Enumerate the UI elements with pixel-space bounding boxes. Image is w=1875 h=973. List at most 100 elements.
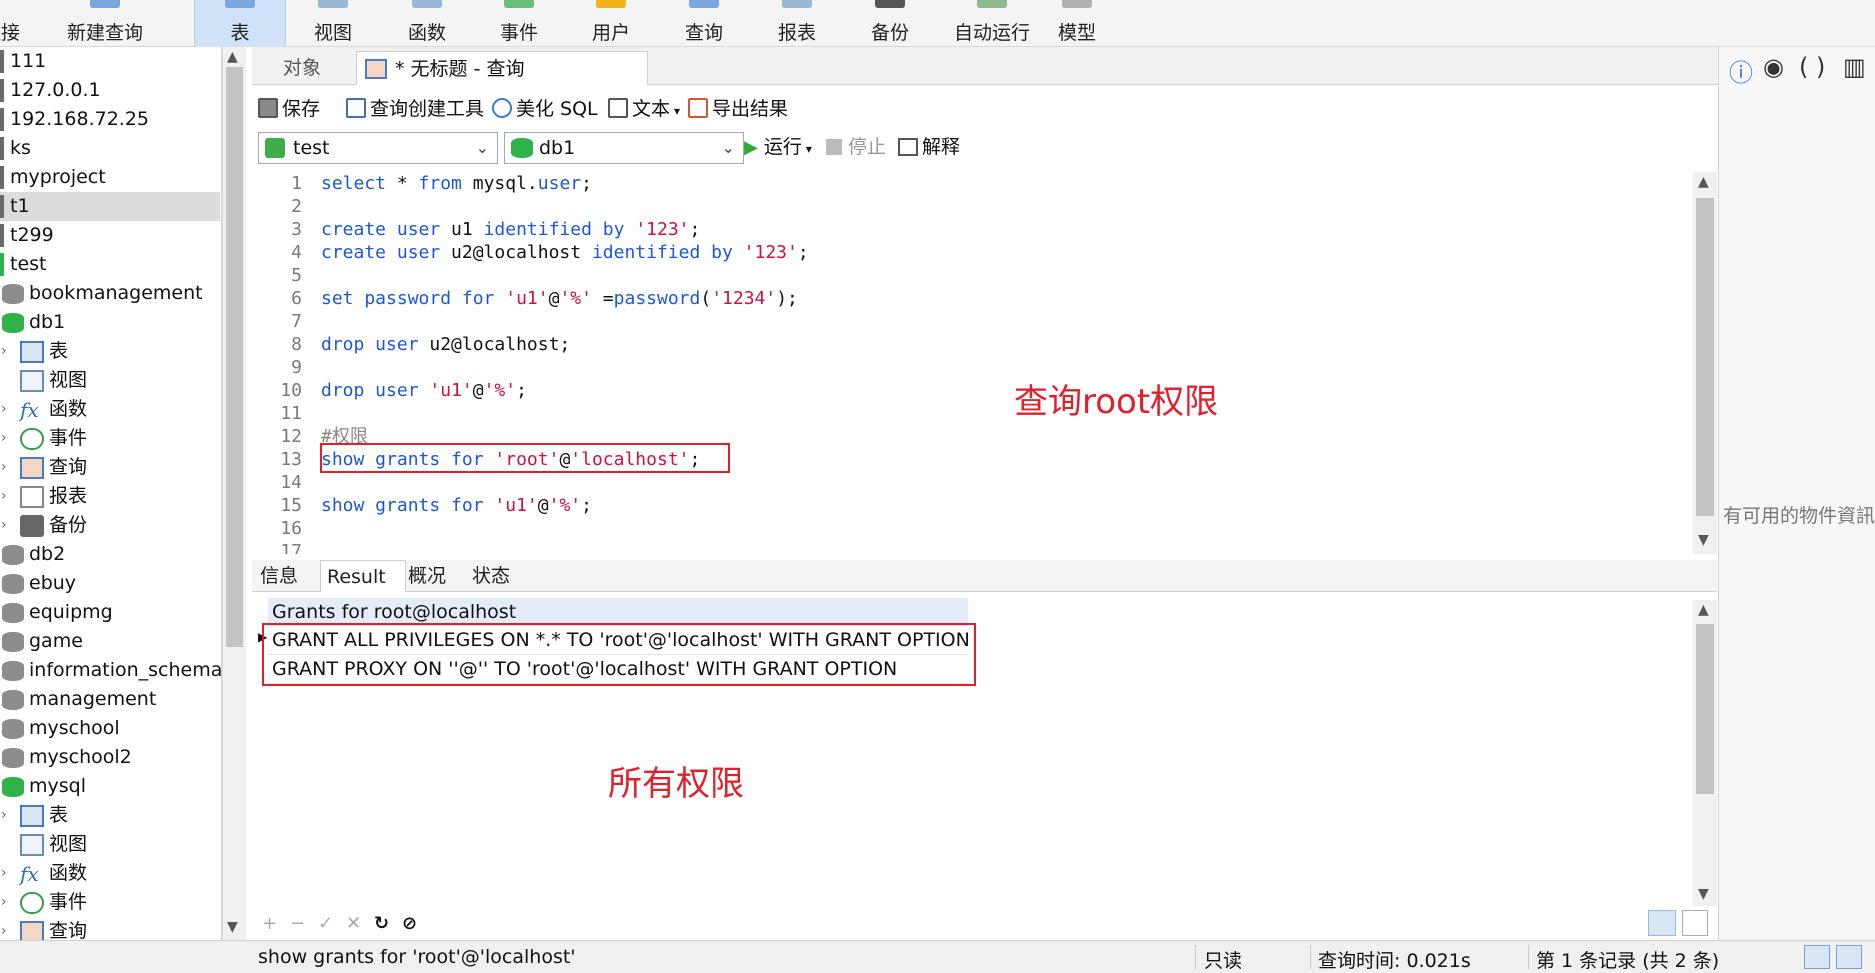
tree-db1-backups[interactable]: › 备份 <box>0 511 220 540</box>
editor-line[interactable]: 15 show grants for 'u1'@'%'; <box>252 494 1692 517</box>
tab-untitled-query[interactable]: * 无标题 - 查询 <box>356 51 648 85</box>
form-view-icon[interactable] <box>1682 910 1708 936</box>
editor-line[interactable]: 4 create user u2@localhost identified by … <box>252 241 1692 264</box>
tab-objects[interactable]: 对象 <box>252 51 352 85</box>
chevron-up-icon[interactable]: ▲ <box>1698 174 1709 190</box>
tree-connection-ks[interactable]: ks <box>0 134 220 163</box>
editor-line[interactable]: 16 <box>252 517 1692 540</box>
chevron-right-icon[interactable]: › <box>1 424 7 453</box>
query-builder-button[interactable]: 查询创建工具 <box>346 96 484 122</box>
chevron-right-icon[interactable]: › <box>1 337 7 366</box>
tree-db-ebuy[interactable]: ebuy <box>0 569 220 598</box>
tree-db1-events[interactable]: › 事件 <box>0 424 220 453</box>
chevron-right-icon[interactable]: › <box>1 917 7 940</box>
tab-status[interactable]: 状态 <box>466 560 516 592</box>
tree-db1-views[interactable]: 视图 <box>0 366 220 395</box>
ribbon-function-button[interactable]: 函数 <box>384 0 470 47</box>
chevron-down-icon[interactable]: ▼ <box>1698 886 1709 902</box>
tree-connection-192[interactable]: 192.168.72.25 <box>0 105 220 134</box>
editor-line[interactable]: 6 set password for 'u1'@'%' =password('12… <box>252 287 1692 310</box>
stop-button[interactable]: 停止 <box>826 134 886 160</box>
chevron-right-icon[interactable]: › <box>1 395 7 424</box>
tree-connection-111[interactable]: 111 <box>0 47 220 76</box>
tree-db1-tables[interactable]: › 表 <box>0 337 220 366</box>
editor-line[interactable]: 11 <box>252 402 1692 425</box>
panel-layout-icon[interactable]: ▥ <box>1843 53 1866 81</box>
ribbon-event-button[interactable]: 事件 <box>476 0 562 47</box>
tree-db-myschool2[interactable]: myschool2 <box>0 743 220 772</box>
editor-line[interactable]: 10 drop user 'u1'@'%'; <box>252 379 1692 402</box>
eye-icon[interactable]: ◉ <box>1763 53 1784 81</box>
tree-db-myschool[interactable]: myschool <box>0 714 220 743</box>
editor-line[interactable]: 9 <box>252 356 1692 379</box>
tree-db-information-schema[interactable]: information_schema <box>0 656 221 685</box>
ribbon-user-button[interactable]: 用户 <box>568 0 654 47</box>
tree-db-game[interactable]: game <box>0 627 220 656</box>
parentheses-icon[interactable]: ( ) <box>1799 53 1825 81</box>
ribbon-new-query-button[interactable]: 新建查询 <box>60 0 150 47</box>
editor-line[interactable]: 2 <box>252 195 1692 218</box>
chevron-up-icon[interactable]: ▲ <box>1698 602 1709 618</box>
editor-scroll-thumb[interactable] <box>1696 198 1714 516</box>
tree-db-mysql[interactable]: mysql <box>0 772 220 801</box>
ribbon-view-button[interactable]: 视图 <box>290 0 376 47</box>
tree-mysql-events[interactable]: › 事件 <box>0 888 220 917</box>
ribbon-connect-button[interactable]: 连接 <box>0 0 40 47</box>
tree-db-management[interactable]: management <box>0 685 220 714</box>
discard-icon[interactable]: ✕ <box>346 913 361 934</box>
ribbon-model-button[interactable]: 模型 <box>1034 0 1120 47</box>
sidebar-scrollbar[interactable]: ▲ ▼ <box>222 47 246 940</box>
tree-db-db2[interactable]: db2 <box>0 540 220 569</box>
chevron-right-icon[interactable]: › <box>1 453 7 482</box>
tab-info[interactable]: 信息 <box>254 560 304 592</box>
tree-db1-functions[interactable]: › fx 函数 <box>0 395 220 424</box>
chevron-right-icon[interactable]: › <box>1 801 7 830</box>
editor-line[interactable]: 3 create user u1 identified by '123'; <box>252 218 1692 241</box>
tree-connection-t299[interactable]: t299 <box>0 221 220 250</box>
delete-row-icon[interactable]: − <box>290 913 305 934</box>
stop-icon[interactable]: ⊘ <box>402 913 417 934</box>
editor-line[interactable]: 14 <box>252 471 1692 494</box>
chevron-right-icon[interactable]: › <box>1 482 7 511</box>
chevron-up-icon[interactable]: ▲ <box>227 49 238 65</box>
ribbon-query-button[interactable]: 查询 <box>661 0 747 47</box>
chevron-down-icon[interactable]: ▼ <box>1698 532 1709 548</box>
tree-mysql-functions[interactable]: › fx 函数 <box>0 859 220 888</box>
ribbon-autorun-button[interactable]: 自动运行 <box>937 0 1047 47</box>
editor-line[interactable]: 7 <box>252 310 1692 333</box>
ribbon-table-button[interactable]: 表 <box>194 0 286 47</box>
tree-db1-queries[interactable]: › 查询 <box>0 453 220 482</box>
editor-line[interactable]: 8 drop user u2@localhost; <box>252 333 1692 356</box>
column-header-grants[interactable]: Grants for root@localhost <box>268 598 968 626</box>
info-icon[interactable]: ⓘ <box>1729 53 1753 88</box>
editor-scrollbar[interactable]: ▲ ▼ <box>1693 172 1717 554</box>
chevron-right-icon[interactable]: › <box>1 888 7 917</box>
grid-view-icon[interactable] <box>1648 910 1676 936</box>
chevron-down-icon[interactable]: ▼ <box>227 919 238 935</box>
export-results-button[interactable]: 导出结果 <box>688 96 788 122</box>
chevron-right-icon[interactable]: › <box>1 859 7 888</box>
sql-editor[interactable]: 1 select * from mysql.user; 2 3 create user … <box>252 172 1692 554</box>
tab-result-1[interactable]: Result 1 <box>320 560 406 620</box>
sidebar-scroll-thumb[interactable] <box>226 67 243 647</box>
tree-connection-t1[interactable]: t1 <box>0 192 220 221</box>
ribbon-backup-button[interactable]: 备份 <box>847 0 933 47</box>
tree-mysql-tables[interactable]: › 表 <box>0 801 220 830</box>
run-button[interactable]: ▶ 运行 ▾ <box>744 134 812 160</box>
save-button[interactable]: 保存 <box>258 96 320 122</box>
left-panel-toggle-icon[interactable] <box>1804 945 1830 969</box>
grid-scrollbar[interactable]: ▲ ▼ <box>1693 600 1717 906</box>
tree-db-equipmg[interactable]: equipmg <box>0 598 220 627</box>
tree-db1-reports[interactable]: › 报表 <box>0 482 220 511</box>
tree-db-bookmanagement[interactable]: bookmanagement <box>0 279 220 308</box>
refresh-icon[interactable]: ↻ <box>374 913 389 934</box>
connection-select[interactable]: test ⌄ <box>258 132 498 164</box>
editor-line[interactable]: 5 <box>252 264 1692 287</box>
chevron-right-icon[interactable]: › <box>1 511 7 540</box>
ribbon-report-button[interactable]: 报表 <box>754 0 840 47</box>
tree-connection-test[interactable]: test <box>0 250 220 279</box>
tree-db-db1[interactable]: db1 <box>0 308 220 337</box>
tree-mysql-queries[interactable]: › 查询 <box>0 917 220 940</box>
editor-line[interactable]: 1 select * from mysql.user; <box>252 172 1692 195</box>
add-row-icon[interactable]: + <box>262 913 277 934</box>
